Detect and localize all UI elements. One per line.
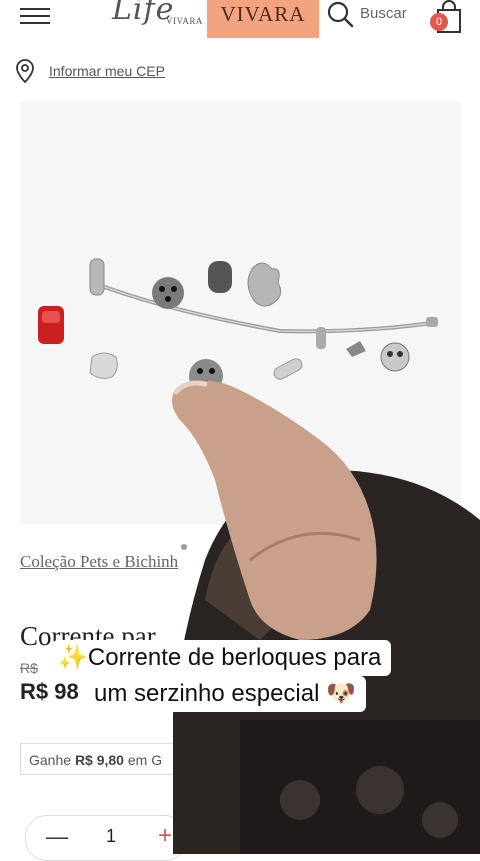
cart-button[interactable]: 0 — [428, 0, 466, 34]
life-logo[interactable]: Life VIVARA — [108, 0, 204, 30]
vivara-brand-label: VIVARA — [220, 2, 306, 26]
cashback-value: R$ 9,80 — [74, 752, 124, 768]
current-price: R$ 98 — [20, 679, 79, 704]
quantity-value: 1 — [106, 826, 117, 846]
cep-label: Informar meu CEP — [49, 63, 165, 79]
quantity-plus-button[interactable]: + — [158, 822, 172, 850]
hamburger-menu-icon[interactable] — [20, 4, 52, 26]
collection-link[interactable]: Coleção Pets e Bichinh — [20, 552, 178, 572]
cashback-text: Ganhe R$ 9,80 em G — [29, 752, 162, 768]
search-icon — [327, 1, 354, 28]
site-header: Life VIVARA VIVARA Buscar 0 — [0, 0, 480, 40]
life-logo-sub: VIVARA — [166, 16, 203, 26]
location-pin-icon — [16, 59, 34, 84]
cashback-suffix: em G — [127, 752, 163, 768]
carousel-indicator-dot[interactable] — [181, 544, 187, 550]
old-price: R$ — [20, 660, 38, 676]
quantity-stepper: — 1 + — [25, 815, 187, 861]
cart-count-badge: 0 — [430, 13, 448, 31]
video-caption-line-2: um serzinho especial 🐶 — [86, 676, 366, 712]
cashback-banner: Ganhe R$ 9,80 em G — [20, 743, 460, 775]
quantity-minus-button[interactable]: — — [46, 824, 68, 850]
charm-bracelet-photo — [38, 258, 438, 393]
product-image[interactable] — [20, 101, 461, 525]
cashback-prefix: Ganhe — [29, 752, 72, 768]
cep-link[interactable]: Informar meu CEP — [14, 58, 165, 84]
video-caption-line-1: ✨Corrente de berloques para — [52, 640, 392, 676]
vivara-brand-tab[interactable]: VIVARA — [207, 0, 319, 38]
search-label: Buscar — [360, 5, 407, 22]
